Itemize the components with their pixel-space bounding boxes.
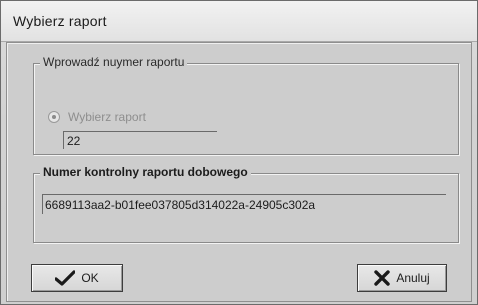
control-number-field[interactable]: 6689113aa2-b01fee037805d314022a-24905c30… xyxy=(42,194,446,214)
ok-button-label: OK xyxy=(81,271,99,285)
cancel-button[interactable]: Anuluj xyxy=(357,264,447,292)
title-bar[interactable]: Wybierz raport xyxy=(1,1,477,42)
report-number-field[interactable]: 22 xyxy=(63,131,217,149)
dialog-body: Wprowadź nuymer raportu Wybierz raport 2… xyxy=(6,42,472,302)
select-report-radio[interactable] xyxy=(48,111,60,123)
report-number-group-legend: Wprowadź nuymer raportu xyxy=(40,55,188,69)
cancel-button-label: Anuluj xyxy=(396,271,430,285)
select-report-radio-row[interactable]: Wybierz raport xyxy=(48,109,146,125)
control-number-group-legend: Numer kontrolny raportu dobowego xyxy=(40,165,251,179)
control-number-group: Numer kontrolny raportu dobowego 6689113… xyxy=(33,165,459,243)
ok-button[interactable]: OK xyxy=(31,264,123,292)
dialog-window: Wybierz raport Wprowadź nuymer raportu W… xyxy=(0,0,478,305)
x-icon xyxy=(374,270,391,286)
window-title: Wybierz raport xyxy=(13,13,107,29)
select-report-radio-label: Wybierz raport xyxy=(68,110,146,124)
checkmark-icon xyxy=(55,270,76,286)
